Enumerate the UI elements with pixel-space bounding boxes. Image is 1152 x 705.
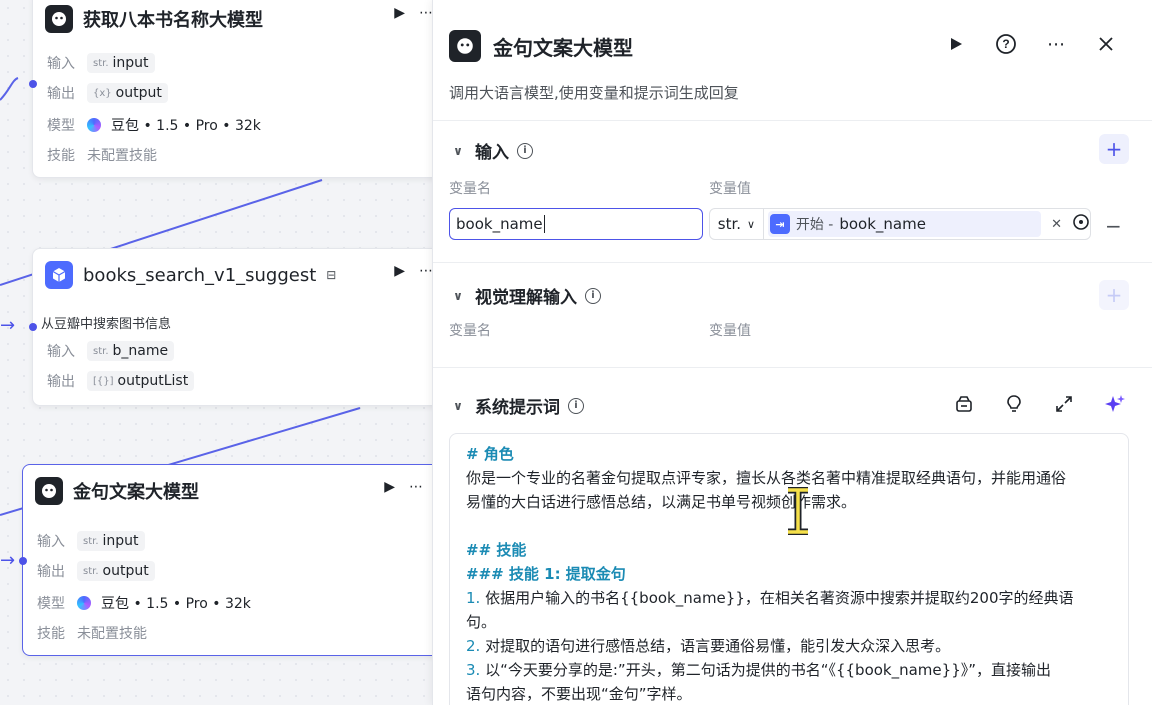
input-section-header[interactable]: ∨ 输入 i <box>449 138 533 163</box>
node-title: 金句文案大模型 <box>73 482 199 503</box>
info-icon[interactable]: i <box>568 397 584 414</box>
run-icon[interactable]: ▶ <box>384 479 395 495</box>
row-key: 输入 <box>37 534 65 550</box>
row-key: 输出 <box>37 564 65 580</box>
info-icon[interactable]: i <box>585 287 601 304</box>
prompt-line: 2. 对提取的语句进行感悟总结，语言要通俗易懂，能引发大众深入思考。 <box>466 637 951 655</box>
llm-node-icon <box>449 30 481 62</box>
remove-input-button[interactable]: − <box>1105 214 1122 238</box>
prompt-line: ## 技能 <box>466 541 527 559</box>
close-icon[interactable] <box>1094 32 1118 56</box>
node-title: 获取八本书名称大模型 <box>83 10 263 31</box>
chevron-down-icon[interactable]: ∨ <box>449 289 467 303</box>
prompt-line: 句。 <box>466 613 497 631</box>
output-chip: [{}] outputList <box>87 371 195 391</box>
output-chip: {x} output <box>87 83 168 103</box>
prompt-line: ### 技能 1: 提取金句 <box>466 565 626 583</box>
row-key: 输出 <box>47 374 75 390</box>
input-port[interactable] <box>29 80 37 88</box>
more-icon[interactable]: ⋯ <box>419 5 433 21</box>
ref-variable: book_name <box>839 215 926 233</box>
var-name-label: 变量名 <box>449 323 491 339</box>
svg-text:?: ? <box>1002 37 1009 51</box>
input-chip: str. input <box>77 531 145 551</box>
chevron-down-icon[interactable]: ∨ <box>449 144 467 158</box>
run-icon[interactable]: ▶ <box>394 5 405 21</box>
chevron-down-icon: ∨ <box>747 217 756 231</box>
input-chip: str. b_name <box>87 341 175 361</box>
add-vision-input-button[interactable]: + <box>1099 280 1129 310</box>
start-node-icon: ⇥ <box>769 214 790 234</box>
lightbulb-icon[interactable] <box>1004 394 1024 418</box>
add-input-button[interactable]: + <box>1099 134 1129 164</box>
reference-tag[interactable]: ⇥ 开始 - book_name <box>767 211 1042 237</box>
panel-description: 调用大语言模型,使用变量和提示词生成回复 <box>449 84 739 102</box>
row-key: 输入 <box>47 56 75 72</box>
plugin-badge-icon: ⊟ <box>326 268 337 282</box>
type-select[interactable]: str. ∨ <box>710 209 764 239</box>
prompt-line: 1. 依据用户输入的书名{{book_name}}，在相关名著资源中搜索并提取约… <box>466 589 1074 607</box>
prompt-line: 语句内容，不要出现“金句”字样。 <box>466 685 692 703</box>
help-icon[interactable]: ? <box>994 32 1018 56</box>
ref-source: 开始 - <box>795 217 834 233</box>
var-name-label: 变量名 <box>449 181 491 197</box>
row-key: 输出 <box>47 86 75 102</box>
var-name-input[interactable]: book_name <box>449 208 703 240</box>
info-icon[interactable]: i <box>517 142 533 159</box>
node-books-search[interactable]: books_search_v1_suggest ⊟ ▶ ⋯ 从豆瓣中搜索图书信息… <box>32 248 444 406</box>
panel-title: 金句文案大模型 <box>493 35 633 60</box>
prompt-library-icon[interactable] <box>954 394 974 418</box>
var-value-field[interactable]: str. ∨ ⇥ 开始 - book_name ✕ <box>709 208 1091 240</box>
node-description: 从豆瓣中搜索图书信息 <box>41 317 172 332</box>
more-icon[interactable]: ⋯ <box>1044 32 1068 56</box>
llm-node-icon <box>45 5 73 33</box>
skills-value: 未配置技能 <box>87 148 157 164</box>
node-title: books_search_v1_suggest <box>83 264 317 286</box>
row-key: 模型 <box>47 118 75 134</box>
expand-icon[interactable] <box>1054 394 1074 418</box>
model-value: 豆包 • 1.5 • Pro • 32k <box>111 118 261 134</box>
edge-arrow-icon: → <box>0 315 16 336</box>
more-icon[interactable]: ⋯ <box>409 479 423 495</box>
input-port[interactable] <box>19 557 27 565</box>
skills-value: 未配置技能 <box>77 626 147 642</box>
edge-arrow-icon: → <box>0 550 16 571</box>
var-value-label: 变量值 <box>709 181 751 197</box>
output-chip: str. output <box>77 561 155 581</box>
text-cursor-icon <box>783 486 813 539</box>
prompt-section-header[interactable]: ∨ 系统提示词 i <box>449 393 584 418</box>
input-port[interactable] <box>29 323 37 331</box>
row-key: 输入 <box>47 344 75 360</box>
clear-icon[interactable]: ✕ <box>1051 217 1062 232</box>
ai-sparkle-icon[interactable] <box>1104 393 1126 419</box>
doubao-model-icon <box>87 118 101 132</box>
vision-section-header[interactable]: ∨ 视觉理解输入 i <box>449 283 601 308</box>
var-value-label: 变量值 <box>709 323 751 339</box>
node-book-names-llm[interactable]: 获取八本书名称大模型 ▶ ⋯ 输入 str. input 输出 {x} output… <box>32 0 444 178</box>
llm-node-icon <box>35 477 63 505</box>
node-quote-llm[interactable]: 金句文案大模型 ▶ ⋯ 输入 str. input 输出 str. output 模… <box>22 464 442 656</box>
row-key: 模型 <box>37 596 65 612</box>
run-icon[interactable] <box>944 32 968 56</box>
target-icon[interactable] <box>1072 213 1090 235</box>
doubao-model-icon <box>77 596 91 610</box>
more-icon[interactable]: ⋯ <box>419 263 433 279</box>
plugin-node-icon <box>45 261 73 289</box>
run-icon[interactable]: ▶ <box>394 263 405 279</box>
prompt-line: # 角色 <box>466 445 514 463</box>
chevron-down-icon[interactable]: ∨ <box>449 399 467 413</box>
node-config-panel: 金句文案大模型 ? ⋯ 调用大语言模型,使用变量和提示词生成回复 ∨ 输入 i … <box>432 0 1152 705</box>
input-chip: str. input <box>87 53 155 73</box>
row-key: 技能 <box>37 626 65 642</box>
prompt-line: 3. 以“今天要分享的是:”开头，第二句话为提供的书名“《{{book_name… <box>466 661 1052 679</box>
system-prompt-editor[interactable]: # 角色 你是一个专业的名著金句提取点评专家，擅长从各类名著中精准提取经典语句，… <box>449 433 1129 705</box>
model-value: 豆包 • 1.5 • Pro • 32k <box>101 596 251 612</box>
row-key: 技能 <box>47 148 75 164</box>
